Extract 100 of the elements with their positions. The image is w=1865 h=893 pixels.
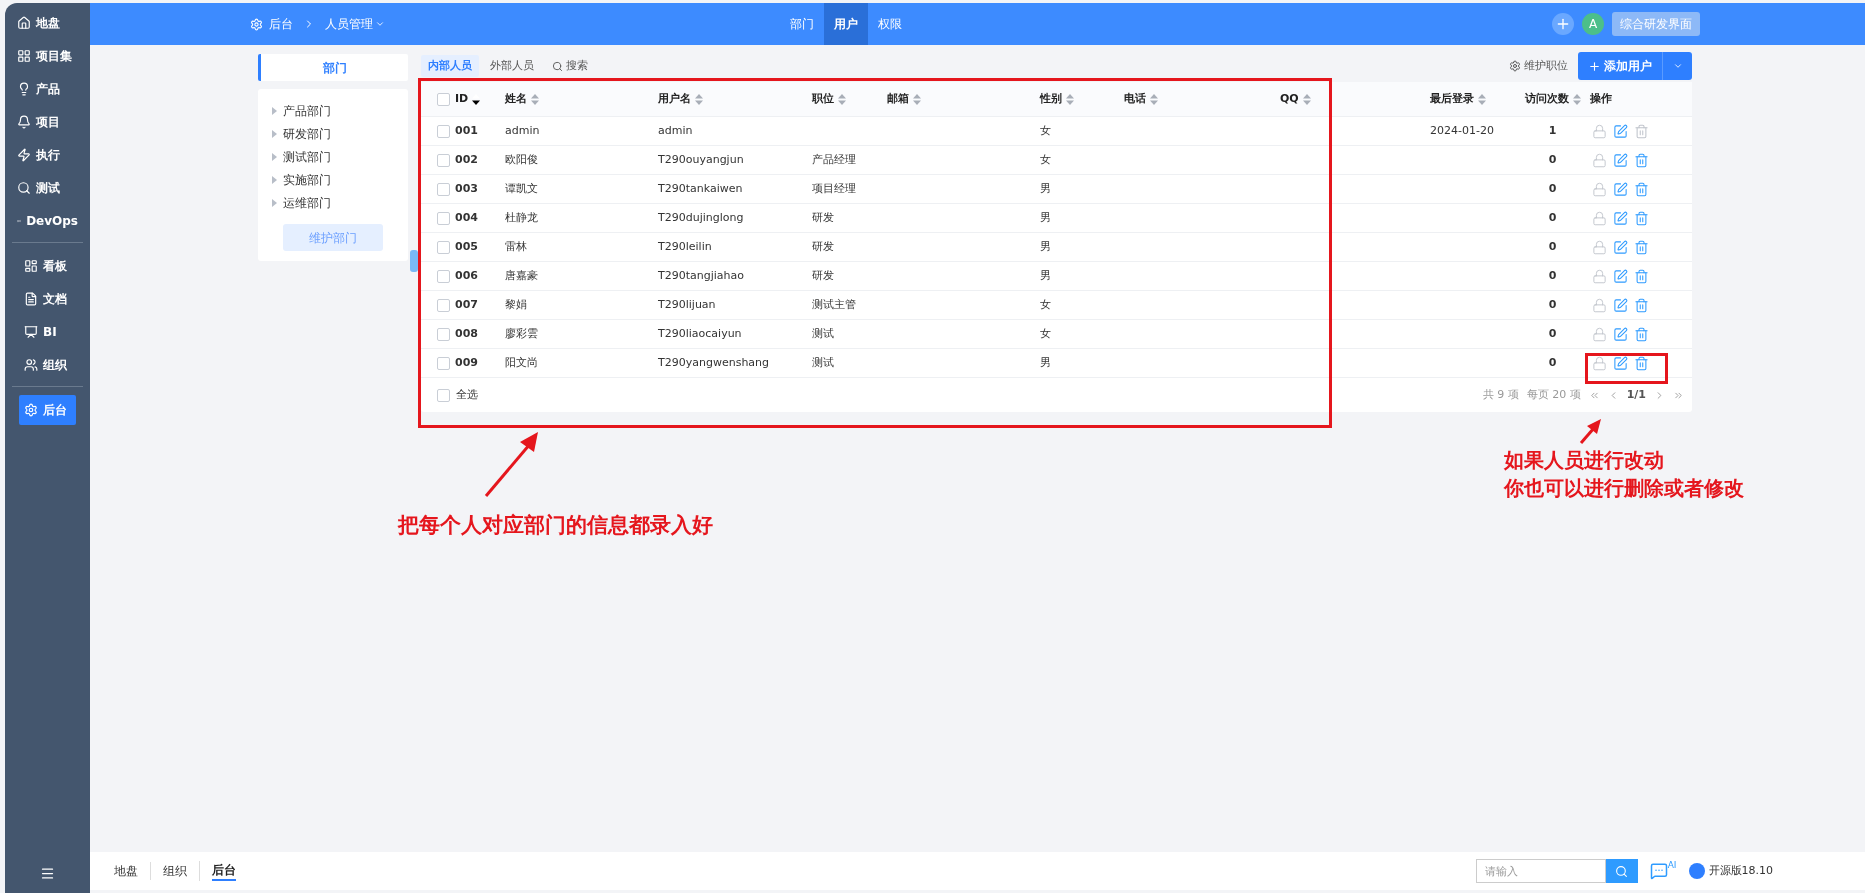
delete-icon[interactable] xyxy=(1634,152,1649,168)
checkbox[interactable] xyxy=(437,182,450,196)
select-all-label[interactable]: 全选 xyxy=(456,386,478,404)
sidebar-item[interactable]: 后台 xyxy=(19,395,76,425)
delete-icon[interactable] xyxy=(1634,210,1649,226)
collapse-handle[interactable] xyxy=(410,250,418,272)
edit-icon[interactable] xyxy=(1613,297,1628,313)
table-cell-text: 0 xyxy=(1548,209,1557,226)
table-cell: 男 xyxy=(1040,181,1051,195)
caret-icon xyxy=(272,152,277,161)
checkbox[interactable] xyxy=(437,211,450,225)
table-row[interactable]: 009 阳文尚 T290yangwenshang 测试 男 0 xyxy=(421,349,1692,378)
table-cell: 003 xyxy=(455,181,478,195)
sidebar-item[interactable]: 执行 xyxy=(12,140,83,170)
table-row[interactable]: 005 雷林 T290leilin 研发 男 0 xyxy=(421,233,1692,262)
table-cell-text: 0 xyxy=(1548,151,1557,168)
checkbox[interactable] xyxy=(437,327,450,341)
delete-icon[interactable] xyxy=(1634,326,1649,342)
edit-icon[interactable] xyxy=(1613,181,1628,197)
table-cell: admin xyxy=(505,123,540,137)
edit-icon[interactable] xyxy=(1613,355,1628,371)
edit-icon[interactable] xyxy=(1613,239,1628,255)
search-icon xyxy=(1615,864,1629,878)
sidebar-item[interactable]: 地盘 xyxy=(12,8,83,38)
delete-icon[interactable] xyxy=(1634,181,1649,197)
table-cell: 研发 xyxy=(812,210,834,224)
checkbox[interactable] xyxy=(437,356,450,370)
sidebar-item[interactable]: 看板 xyxy=(19,251,76,281)
table-cell: 男 xyxy=(1040,268,1051,282)
sub-tab[interactable]: 外部人员 xyxy=(483,55,541,77)
caret-icon xyxy=(272,129,277,138)
table-cell: T290lijuan xyxy=(658,297,716,311)
maintain-positions-link[interactable]: 维护职位 xyxy=(1509,57,1568,75)
sidebar-item[interactable]: DevOps xyxy=(12,206,83,236)
table-cell: T290yangwenshang xyxy=(658,355,770,369)
arrow-icon xyxy=(1578,418,1602,444)
search-field[interactable]: 请输入 xyxy=(1475,859,1606,883)
department-header[interactable]: 部门 xyxy=(258,54,408,81)
sidebar-item[interactable]: 产品 xyxy=(12,74,83,104)
nav-tab[interactable]: 用户 xyxy=(824,3,868,45)
checkbox[interactable] xyxy=(437,92,450,106)
table-row[interactable]: 006 唐嘉豪 T290tangjiahao 研发 男 0 xyxy=(421,262,1692,291)
caret-icon xyxy=(272,198,277,207)
table-cell: 测试主管 xyxy=(812,297,856,311)
table-cell: T290liaocaiyun xyxy=(658,326,742,340)
bottom-tab[interactable]: 组织 xyxy=(163,862,187,880)
department-item[interactable]: 研发部门 xyxy=(258,122,408,145)
edit-icon[interactable] xyxy=(1613,326,1628,342)
table-cell: 005 xyxy=(455,239,478,253)
department-item[interactable]: 运维部门 xyxy=(258,191,408,214)
table-cell: 项目经理 xyxy=(812,181,856,195)
edit-icon[interactable] xyxy=(1613,123,1628,139)
lock-icon[interactable] xyxy=(1592,355,1607,371)
column-header: 姓名 xyxy=(505,90,527,107)
bottom-tab[interactable]: 地盘 xyxy=(114,862,138,880)
table-row[interactable]: 002 欧阳俊 T290ouyangjun 产品经理 女 0 xyxy=(421,146,1692,175)
table-cell: T290dujinglong xyxy=(658,210,744,224)
menu-icon[interactable] xyxy=(40,866,55,881)
checkbox[interactable] xyxy=(437,298,450,312)
column-header: 用户名 xyxy=(658,90,691,107)
caret-icon xyxy=(375,19,385,29)
bottom-tab[interactable]: 后台 xyxy=(212,861,236,881)
table-cell: 阳文尚 xyxy=(505,355,538,369)
table-cell-text: 0 xyxy=(1548,354,1557,371)
delete-icon[interactable] xyxy=(1634,297,1649,313)
table-cell: 女 xyxy=(1040,297,1051,311)
version-label[interactable]: 开源版18.10 xyxy=(1688,862,1853,880)
sidebar-item[interactable]: 项目集 xyxy=(12,41,83,71)
sidebar-item[interactable]: 测试 xyxy=(12,173,83,203)
table-row[interactable]: 007 黎娟 T290lijuan 测试主管 女 0 xyxy=(421,291,1692,320)
checkbox[interactable] xyxy=(437,153,450,167)
table-row[interactable]: 004 杜静龙 T290dujinglong 研发 男 0 xyxy=(421,204,1692,233)
delete-icon[interactable] xyxy=(1634,268,1649,284)
table-cell: 男 xyxy=(1040,355,1051,369)
edit-icon[interactable] xyxy=(1613,268,1628,284)
search-button[interactable] xyxy=(1605,859,1638,883)
sidebar-item[interactable]: 组织 xyxy=(19,350,76,380)
add-icon[interactable] xyxy=(1552,13,1574,35)
edit-icon[interactable] xyxy=(1613,210,1628,226)
department-item[interactable]: 实施部门 xyxy=(258,168,408,191)
department-item[interactable]: 产品部门 xyxy=(258,99,408,122)
add-user-button[interactable]: 添加用户 xyxy=(1578,52,1692,80)
caret-icon[interactable] xyxy=(1672,61,1683,71)
checkbox[interactable] xyxy=(437,124,450,138)
table-row[interactable]: 001 admin admin 女 2024-01-20 1 xyxy=(421,117,1692,146)
edit-icon[interactable] xyxy=(1613,152,1628,168)
sidebar-item[interactable]: 项目 xyxy=(12,107,83,137)
sidebar-item[interactable]: BI xyxy=(19,317,76,347)
table-row[interactable]: 003 谭凯文 T290tankaiwen 项目经理 男 0 xyxy=(421,175,1692,204)
department-item[interactable]: 测试部门 xyxy=(258,145,408,168)
checkbox[interactable] xyxy=(437,269,450,283)
sidebar-item[interactable]: 文档 xyxy=(19,284,76,314)
checkbox[interactable] xyxy=(437,388,450,402)
checkbox[interactable] xyxy=(437,240,450,254)
delete-icon[interactable] xyxy=(1634,239,1649,255)
search-tab[interactable]: 搜索 xyxy=(545,55,595,77)
delete-icon[interactable] xyxy=(1634,355,1649,371)
table-cell-text: 0 xyxy=(1548,325,1557,342)
table-row[interactable]: 008 廖彩雲 T290liaocaiyun 测试 女 0 xyxy=(421,320,1692,349)
column-header: ID xyxy=(455,90,469,107)
